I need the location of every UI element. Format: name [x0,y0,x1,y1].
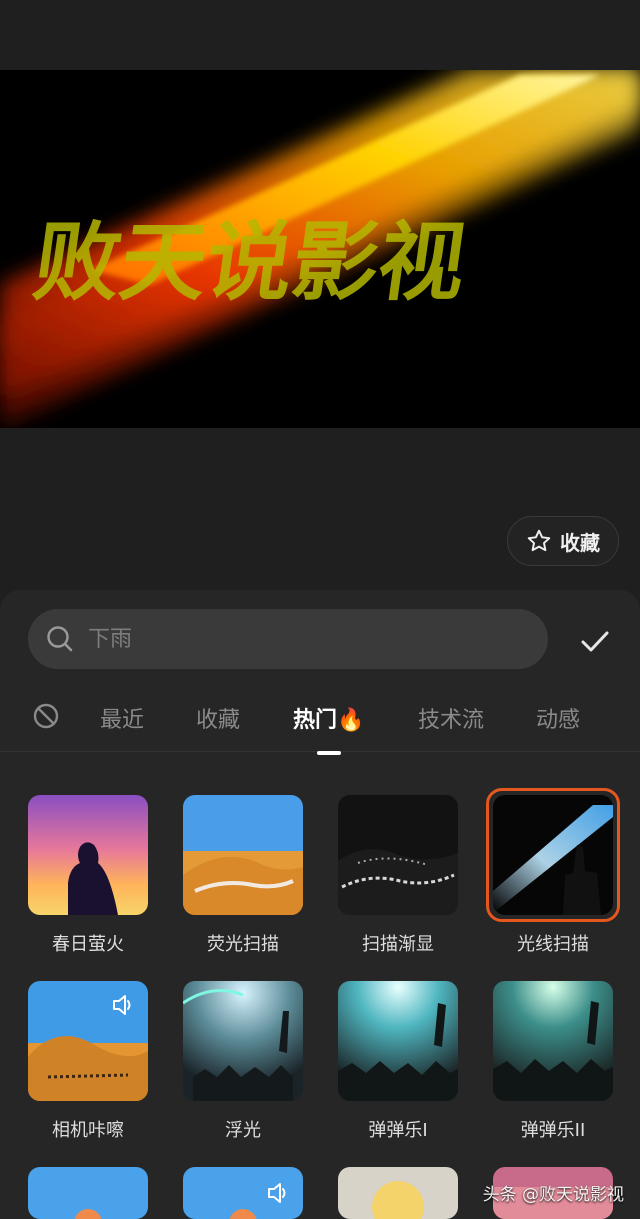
effect-label: 相机咔嚓 [52,1120,124,1141]
effect-label: 弹弹乐II [520,1120,586,1141]
effect-label: 光线扫描 [517,934,589,955]
effect-label: 扫描渐显 [362,934,434,955]
category-tabs: 最近 收藏 热门🔥 技术流 动感 [0,690,640,752]
video-preview[interactable]: 败天说影视 [0,70,640,428]
effect-thumbnail [338,981,458,1101]
effect-thumbnail [493,795,613,915]
star-icon [527,529,551,552]
effect-thumbnail [28,795,148,915]
effect-thumbnail [338,1167,458,1219]
tab-hot[interactable]: 热门🔥 [293,702,364,734]
tab-dynamic[interactable]: 动感 [536,702,580,734]
favorite-button-label: 收藏 [560,530,600,555]
tab-tech-flow[interactable]: 技术流 [418,702,484,734]
effect-thumbnail [338,795,458,915]
effect-thumbnail [183,981,303,1101]
effect-thumbnail [493,981,613,1101]
watermark: 头条 @败天说影视 [482,1185,624,1205]
preview-overlay-text: 败天说影视 [28,213,472,313]
confirm-check-icon[interactable] [578,624,612,658]
status-bar-area [0,0,640,70]
effect-label: 荧光扫描 [207,934,279,955]
sound-icon [268,1183,286,1203]
search-input[interactable] [88,626,488,652]
search-bar[interactable] [28,609,548,669]
effect-label: 弹弹乐I [368,1120,428,1141]
effect-thumbnail [28,1167,148,1219]
active-tab-indicator [317,751,341,755]
tab-recent[interactable]: 最近 [100,702,144,734]
tab-favorites[interactable]: 收藏 [196,702,240,734]
effect-label: 春日萤火 [52,934,124,955]
no-effect-icon[interactable] [33,703,59,729]
search-icon [47,626,73,652]
sound-icon [113,995,131,1015]
effect-thumbnail [183,795,303,915]
favorite-button[interactable]: 收藏 [507,516,619,566]
light-streak-preview: 败天说影视 [0,70,640,428]
effect-label: 浮光 [225,1120,261,1141]
